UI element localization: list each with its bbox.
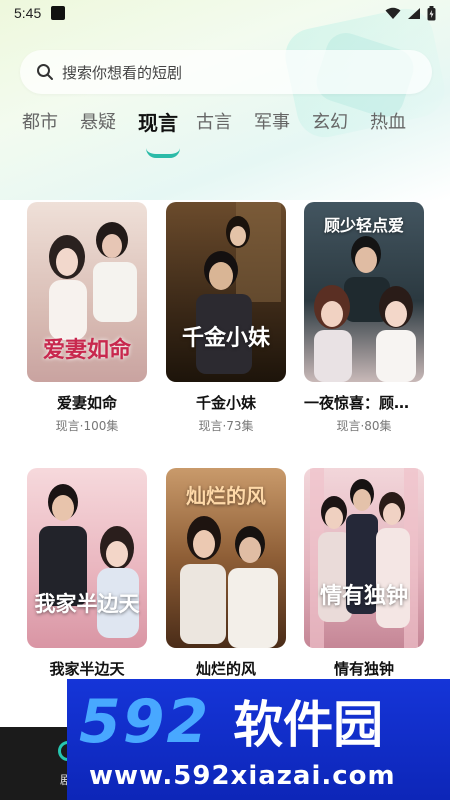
drama-cover[interactable]: 爱妻如命 — [27, 202, 147, 382]
tab-xuanhuan[interactable]: 玄幻 — [312, 108, 370, 142]
cover-art — [310, 468, 418, 648]
watermark-brand: 软件园 — [233, 696, 384, 754]
tab-xianyan[interactable]: 现言 — [138, 108, 196, 142]
cover-title: 千金小妹 — [181, 325, 270, 351]
drama-cover[interactable]: 灿烂的风 — [166, 468, 286, 648]
drama-card[interactable]: 情有独钟 情有独钟 — [304, 468, 424, 683]
cover-title: 我家半边天 — [34, 591, 140, 616]
watermark-logo: 592 软件园 — [79, 685, 383, 757]
drama-meta: 现言·100集 — [55, 419, 119, 433]
drama-card[interactable]: 我家半边天 我家半边天 现言 — [27, 468, 147, 700]
drama-card[interactable]: 顾少轻点爱 一夜惊喜：顾少轻点爱 现言·80集 — [304, 202, 424, 434]
drama-cover[interactable]: 千金小妹 — [166, 202, 286, 382]
cover-art — [39, 484, 139, 638]
watermark-digits: 592 — [79, 687, 211, 757]
tab-dushi[interactable]: 都市 — [22, 108, 80, 142]
drama-card[interactable]: 千金小妹 千金小妹 现言·73集 — [166, 202, 286, 434]
tab-rexue[interactable]: 热血 — [370, 108, 428, 142]
battery-icon — [427, 5, 436, 20]
drama-cover[interactable]: 顾少轻点爱 — [304, 202, 424, 382]
notification-icon — [51, 6, 66, 20]
signal-icon — [408, 7, 420, 19]
watermark-url: www.592xiazai.com — [89, 761, 396, 791]
drama-card[interactable]: 爱妻如命 爱妻如命 现言·100集 — [27, 202, 147, 434]
search-icon — [37, 64, 53, 80]
drama-title: 我家半边天 — [49, 660, 125, 678]
cover-title: 情有独钟 — [319, 583, 408, 609]
drama-title: 一夜惊喜：顾少轻点爱 — [304, 394, 424, 412]
drama-meta: 现言·73集 — [198, 419, 254, 433]
cover-title: 顾少轻点爱 — [323, 216, 404, 235]
tab-junshi[interactable]: 军事 — [254, 108, 312, 142]
cover-title: 爱妻如命 — [42, 337, 131, 363]
drama-cover[interactable]: 我家半边天 — [27, 468, 147, 648]
status-bar: 5:45 — [0, 0, 450, 26]
search-placeholder: 搜索你想看的短剧 — [62, 63, 183, 82]
cover-title: 灿烂的风 — [186, 484, 266, 508]
drama-card[interactable]: 灿烂的风 灿烂的风 — [166, 468, 286, 683]
drama-title: 灿烂的风 — [195, 660, 256, 678]
drama-title: 情有独钟 — [333, 660, 394, 678]
search-bar[interactable]: 搜索你想看的短剧 — [20, 50, 432, 94]
watermark-banner: 592 软件园 www.592xiazai.com — [67, 679, 450, 800]
wifi-icon — [385, 7, 401, 19]
tab-guyan[interactable]: 古言 — [196, 108, 254, 142]
drama-cover[interactable]: 情有独钟 — [304, 468, 424, 648]
cover-art — [196, 202, 281, 374]
drama-title: 千金小妹 — [195, 394, 256, 412]
tab-xuanyi[interactable]: 悬疑 — [80, 108, 138, 142]
status-icons — [385, 5, 436, 21]
status-time: 5:45 — [14, 5, 42, 21]
category-tabs: 都市 悬疑 现言 古言 军事 玄幻 热血 — [22, 108, 442, 142]
drama-title: 爱妻如命 — [56, 394, 117, 412]
active-tab-indicator — [146, 148, 180, 158]
drama-meta: 现言·80集 — [336, 419, 392, 433]
